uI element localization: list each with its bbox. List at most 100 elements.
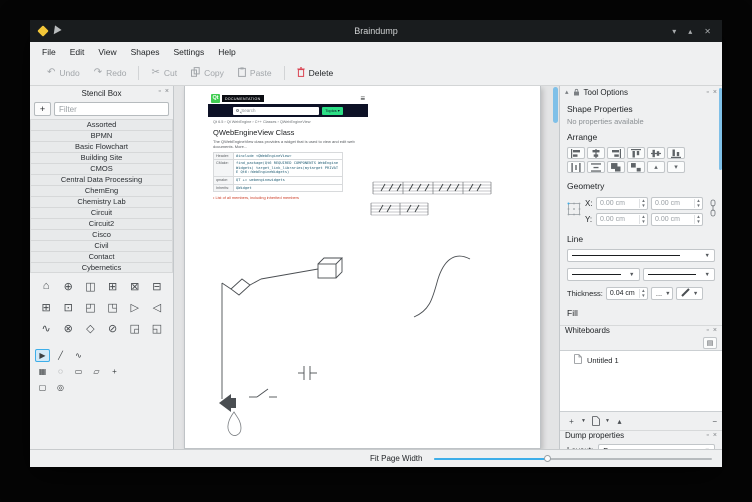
keep-aspect-chain-icon[interactable]	[709, 196, 717, 227]
stencil-shape[interactable]: ⊘	[101, 318, 123, 338]
collapse-icon[interactable]: ▴	[565, 89, 569, 97]
category-contact[interactable]: Contact	[30, 251, 173, 262]
music-staff-2[interactable]	[371, 203, 428, 215]
zoom-slider[interactable]	[434, 454, 712, 464]
switch-shape[interactable]	[249, 389, 277, 397]
panel-vertical-scrollbar[interactable]	[718, 88, 722, 434]
add-stencil-button[interactable]: +	[34, 102, 51, 116]
paste-button[interactable]: Paste	[231, 64, 279, 82]
category-chemeng[interactable]: ChemEng	[30, 185, 173, 196]
spin-arrows-icon[interactable]: ▲▼	[694, 215, 702, 224]
align-middle-button[interactable]	[647, 147, 665, 159]
whiteboard-page[interactable]: Qt DOCUMENTATION ≡ Search Topics ▾ Qt 6.…	[184, 86, 541, 449]
stencil-shape[interactable]: ◰	[79, 297, 101, 317]
chevron-down-icon[interactable]: ▼	[580, 415, 587, 427]
scrollbar-thumb[interactable]	[553, 87, 558, 123]
box-3d-shape[interactable]	[318, 258, 342, 278]
ungroup-button[interactable]	[627, 161, 645, 173]
stencil-shape[interactable]: ◇	[79, 318, 101, 338]
add-whiteboard-button[interactable]: +	[565, 415, 578, 427]
close-icon[interactable]: ×	[713, 432, 717, 440]
category-cmos[interactable]: CMOS	[30, 163, 173, 174]
stencil-shape[interactable]: ∿	[35, 318, 57, 338]
x-position-spinbox[interactable]: 0.00 cm▲▼	[596, 197, 648, 210]
stencil-shape[interactable]: ⊕	[57, 276, 79, 296]
undo-button[interactable]: ↶ Undo	[40, 65, 87, 81]
spin-arrows-icon[interactable]: ▲▼	[639, 289, 647, 298]
category-circuit[interactable]: Circuit	[30, 207, 173, 218]
category-chemistry-lab[interactable]: Chemistry Lab	[30, 196, 173, 207]
zoom-slider-handle[interactable]	[544, 455, 551, 462]
pen-style-combo[interactable]: ▼	[676, 287, 703, 300]
category-bpmn[interactable]: BPMN	[30, 130, 173, 141]
line-tool-button[interactable]: ╱	[53, 349, 68, 362]
close-icon[interactable]: ×	[165, 88, 169, 95]
stencil-shape[interactable]: ⌂	[35, 276, 57, 296]
stencil-shape[interactable]: ⊡	[57, 297, 79, 317]
menu-edit[interactable]: Edit	[63, 45, 92, 59]
menu-settings[interactable]: Settings	[166, 45, 211, 59]
float-icon[interactable]: ▫	[158, 88, 160, 95]
minimize-button[interactable]: ▾	[672, 27, 676, 36]
category-cybernetics[interactable]: Cybernetics	[30, 262, 173, 273]
select-tool-button[interactable]: ▶	[35, 349, 50, 362]
zoom-tool-button[interactable]: ◎	[53, 381, 68, 394]
curve-tool-button[interactable]: ∿	[71, 349, 86, 362]
move-up-button[interactable]: ▴	[613, 415, 626, 427]
align-top-button[interactable]	[627, 147, 645, 159]
category-basic-flowchart[interactable]: Basic Flowchart	[30, 141, 173, 152]
stencil-shape[interactable]: ⊟	[146, 276, 168, 296]
spin-arrows-icon[interactable]: ▲▼	[639, 199, 647, 208]
menu-help[interactable]: Help	[211, 45, 242, 59]
float-icon[interactable]: ▫	[706, 327, 708, 335]
zoom-mode-label[interactable]: Fit Page Width	[370, 454, 422, 463]
whiteboard-list-item[interactable]: Untitled 1	[562, 354, 720, 366]
spin-arrows-icon[interactable]: ▲▼	[694, 199, 702, 208]
whiteboards-menu-button[interactable]: ▤	[703, 337, 717, 349]
maximize-button[interactable]: ▴	[688, 27, 692, 36]
canvas-vertical-scrollbar[interactable]	[553, 87, 558, 447]
stencil-shape[interactable]: ◫	[79, 276, 101, 296]
category-civil[interactable]: Civil	[30, 240, 173, 251]
width-spinbox[interactable]: 0.00 cm▲▼	[651, 197, 703, 210]
redo-button[interactable]: ↷ Redo	[87, 65, 134, 81]
category-building-site[interactable]: Building Site	[30, 152, 173, 163]
duplicate-whiteboard-button[interactable]	[589, 415, 602, 427]
position-anchor-widget[interactable]	[567, 202, 582, 221]
stencil-shape[interactable]: ▷	[124, 297, 146, 317]
stencil-shape[interactable]: ⊞	[101, 276, 123, 296]
delete-button[interactable]: Delete	[290, 64, 341, 82]
teardrop-shape[interactable]	[228, 412, 241, 435]
category-central-data-processing[interactable]: Central Data Processing	[30, 174, 173, 185]
raise-button[interactable]: ▴	[647, 161, 665, 173]
align-right-button[interactable]	[607, 147, 625, 159]
add-shape-tool-button[interactable]: +	[107, 365, 122, 378]
ellipse-tool-button[interactable]: ◌	[53, 365, 68, 378]
float-icon[interactable]: ▫	[706, 89, 708, 97]
stencil-shape[interactable]: ◁	[146, 297, 168, 317]
layout-combo[interactable]: Free ▼	[598, 444, 715, 449]
distribute-vertical-button[interactable]	[587, 161, 605, 173]
line-cap-combo[interactable]: ... ▼	[651, 287, 673, 300]
close-icon[interactable]: ×	[713, 89, 717, 97]
cut-button[interactable]: ✂ Cut	[144, 65, 184, 81]
category-circuit2[interactable]: Circuit2	[30, 218, 173, 229]
menu-shapes[interactable]: Shapes	[124, 45, 167, 59]
close-icon[interactable]: ×	[713, 327, 717, 335]
category-assorted[interactable]: Assorted	[30, 119, 173, 130]
category-cisco[interactable]: Cisco	[30, 229, 173, 240]
stencil-shape[interactable]: ⊞	[35, 297, 57, 317]
align-left-button[interactable]	[567, 147, 585, 159]
grid-tool-button[interactable]: ▦	[35, 365, 50, 378]
stencil-shape[interactable]: ◲	[124, 318, 146, 338]
polygon-tool-button[interactable]: ▱	[89, 365, 104, 378]
chevron-down-icon[interactable]: ▼	[604, 415, 611, 427]
align-bottom-button[interactable]	[667, 147, 685, 159]
stencil-shape[interactable]: ⊗	[57, 318, 79, 338]
height-spinbox[interactable]: 0.00 cm▲▼	[651, 213, 703, 226]
pan-tool-button[interactable]: ▢	[35, 381, 50, 394]
menu-view[interactable]: View	[91, 45, 123, 59]
close-button[interactable]: ✕	[704, 27, 711, 36]
distribute-horizontal-button[interactable]	[567, 161, 585, 173]
sine-curve-shape[interactable]	[414, 256, 470, 317]
